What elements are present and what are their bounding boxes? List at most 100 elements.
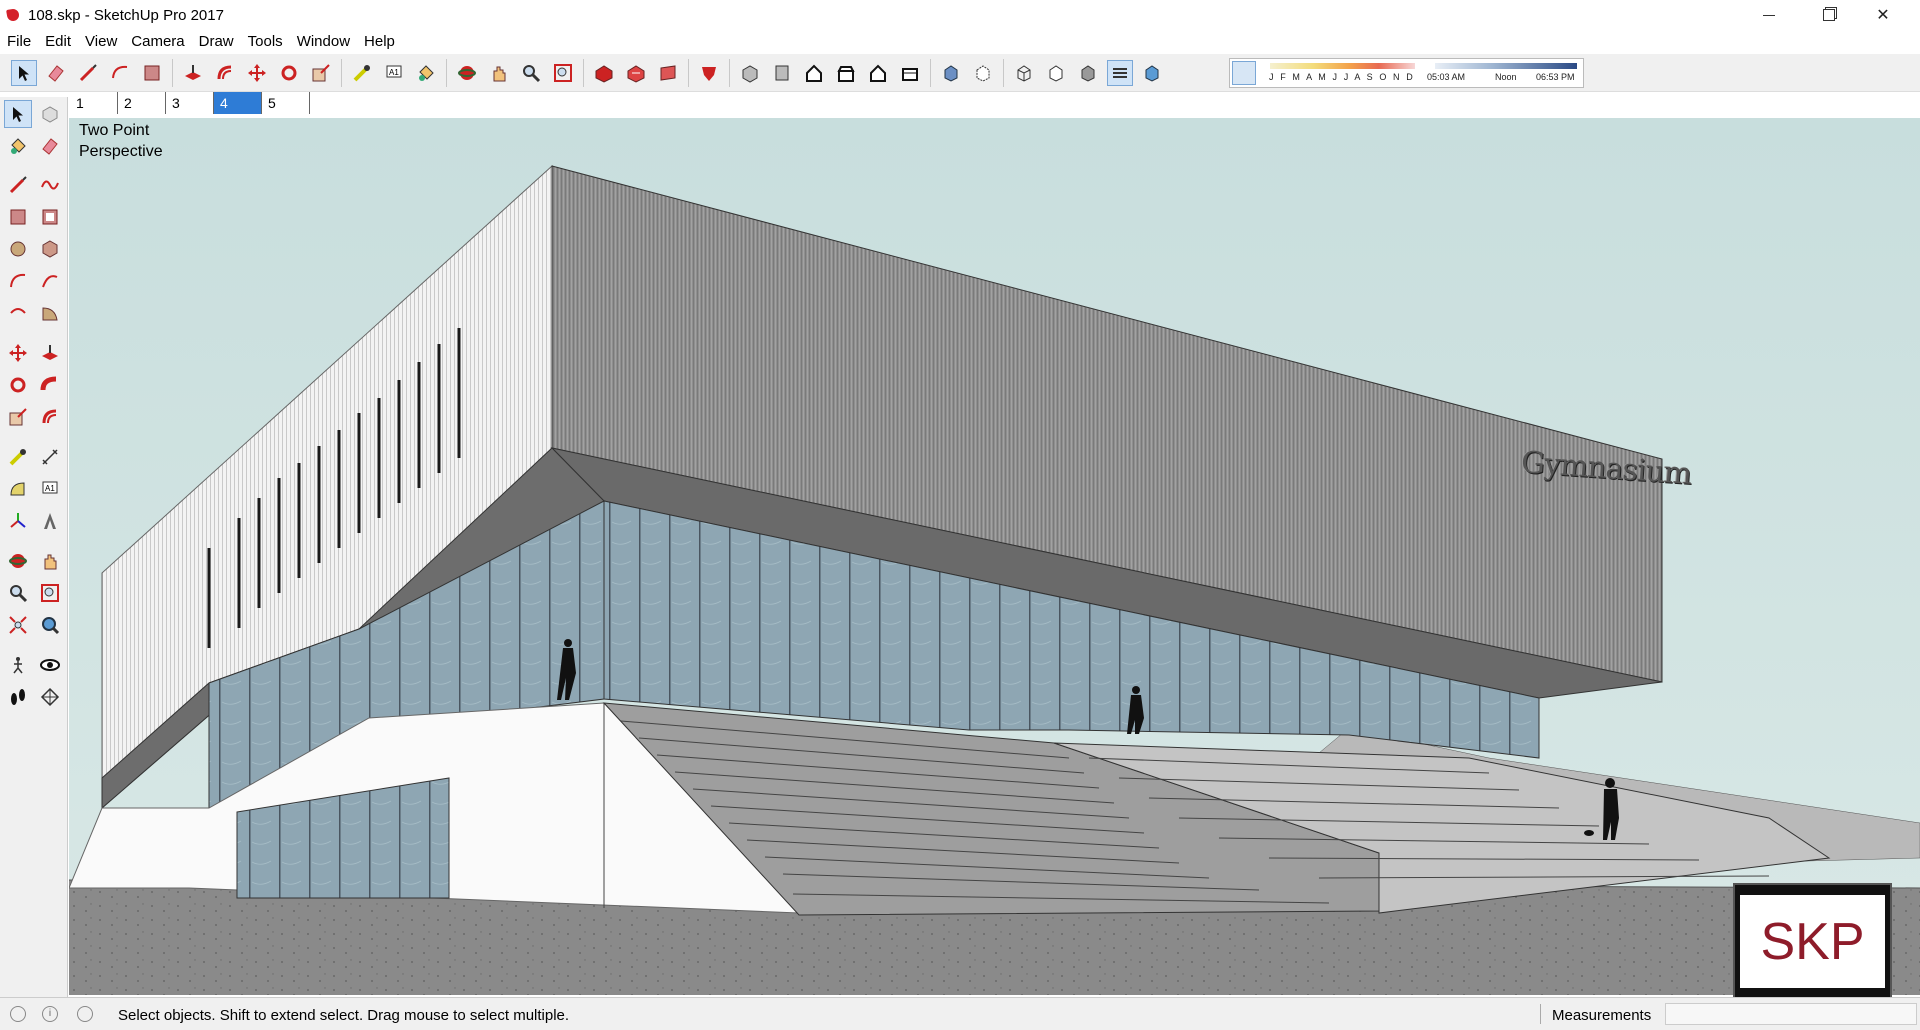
menu-camera[interactable]: Camera [124, 30, 191, 54]
tape-measure-tool-icon[interactable] [349, 60, 375, 86]
offset-icon[interactable] [36, 403, 64, 431]
text-tool-icon[interactable]: A1 [381, 60, 407, 86]
status-divider [1540, 1004, 1541, 1024]
xray-icon[interactable] [938, 60, 964, 86]
shaded-with-textures-icon[interactable] [1107, 59, 1133, 86]
shadow-toggle-icon[interactable] [1232, 61, 1256, 85]
right-view-icon[interactable] [833, 60, 859, 86]
push-pull-tool-icon[interactable] [180, 60, 206, 86]
position-camera-icon[interactable] [4, 651, 32, 679]
3d-text-icon[interactable] [36, 507, 64, 535]
three-point-arc-icon[interactable] [4, 299, 32, 327]
arc-tool-icon[interactable] [107, 60, 133, 86]
layout-icon[interactable] [655, 60, 681, 86]
move-icon[interactable] [4, 339, 32, 367]
pie-icon[interactable] [36, 299, 64, 327]
shapes-tool-icon[interactable] [139, 60, 165, 86]
previous-view-icon[interactable] [36, 611, 64, 639]
line-icon[interactable] [4, 171, 32, 199]
walk-icon[interactable] [4, 683, 32, 711]
scene-tab-5[interactable]: 5 [262, 92, 310, 114]
front-view-icon[interactable] [801, 60, 827, 86]
section-plane-icon[interactable] [36, 683, 64, 711]
back-view-icon[interactable] [865, 60, 891, 86]
circle-icon[interactable] [4, 235, 32, 263]
geo-location-icon[interactable] [10, 1006, 26, 1022]
menu-tools[interactable]: Tools [241, 30, 290, 54]
status-bar: i Select objects. Shift to extend select… [0, 997, 1920, 1030]
scene-tab-4[interactable]: 4 [214, 92, 262, 114]
pan-tool-icon[interactable] [486, 60, 512, 86]
rotated-rectangle-icon[interactable] [36, 203, 64, 231]
protractor-icon[interactable] [4, 475, 32, 503]
3d-warehouse-icon[interactable] [591, 60, 617, 86]
arc-icon[interactable] [4, 267, 32, 295]
move-tool-icon[interactable] [244, 60, 270, 86]
zoom-tool-icon[interactable] [518, 60, 544, 86]
info-icon[interactable]: i [42, 1006, 58, 1022]
eraser-icon[interactable] [36, 132, 64, 160]
menu-help[interactable]: Help [357, 30, 402, 54]
orbit-tool-icon[interactable] [454, 60, 480, 86]
window-title: 108.skp - SketchUp Pro 2017 [28, 6, 224, 24]
text-icon[interactable]: A1 [36, 475, 64, 503]
tape-measure-icon[interactable] [4, 443, 32, 471]
orbit-icon[interactable] [4, 547, 32, 575]
rotate-tool-icon[interactable] [276, 60, 302, 86]
extension-warehouse-icon[interactable] [623, 60, 649, 86]
maximize-icon[interactable] [1806, 0, 1852, 30]
dimension-icon[interactable] [36, 443, 64, 471]
rotate-icon[interactable] [4, 371, 32, 399]
offset-tool-icon[interactable] [212, 60, 238, 86]
select-icon[interactable] [4, 100, 32, 128]
look-around-icon[interactable] [36, 651, 64, 679]
time-slider[interactable] [1435, 63, 1577, 69]
select-tool-icon[interactable] [11, 59, 37, 86]
close-icon[interactable]: ✕ [1860, 0, 1906, 30]
follow-me-icon[interactable] [36, 371, 64, 399]
line-tool-icon[interactable] [75, 60, 101, 86]
menu-file[interactable]: File [0, 30, 38, 54]
scene-tab-1[interactable]: 1 [70, 92, 118, 114]
scale-icon[interactable] [4, 403, 32, 431]
scale-tool-icon[interactable] [308, 60, 334, 86]
zoom-icon[interactable] [4, 579, 32, 607]
model-viewport[interactable]: Two Point Perspective Gymnasium [69, 118, 1920, 995]
zoom-extents-tool-icon[interactable] [550, 60, 576, 86]
user-account-icon[interactable] [77, 1006, 93, 1022]
zoom-extents-icon[interactable] [4, 611, 32, 639]
top-view-icon[interactable] [769, 60, 795, 86]
paint-bucket-tool-icon[interactable] [413, 60, 439, 86]
skp-logo-text: SKP [1760, 912, 1865, 971]
measurements-label: Measurements [1552, 1007, 1652, 1024]
month-slider[interactable] [1270, 63, 1415, 69]
back-edges-icon[interactable] [970, 60, 996, 86]
zoom-window-icon[interactable] [36, 579, 64, 607]
eraser-tool-icon[interactable] [43, 60, 69, 86]
iso-view-icon[interactable] [737, 60, 763, 86]
hidden-line-icon[interactable] [1043, 60, 1069, 86]
scene-tab-3[interactable]: 3 [166, 92, 214, 114]
push-pull-icon[interactable] [36, 339, 64, 367]
menu-draw[interactable]: Draw [192, 30, 241, 54]
paint-bucket-icon[interactable] [4, 132, 32, 160]
left-view-icon[interactable] [897, 60, 923, 86]
minimize-icon[interactable] [1746, 0, 1792, 30]
polygon-icon[interactable] [36, 235, 64, 263]
make-component-icon[interactable] [36, 100, 64, 128]
pan-icon[interactable] [36, 547, 64, 575]
measurements-input[interactable] [1665, 1003, 1917, 1025]
monochrome-icon[interactable] [1139, 60, 1165, 86]
menu-edit[interactable]: Edit [38, 30, 78, 54]
time-end-label: 06:53 PM [1536, 72, 1575, 82]
axes-icon[interactable] [4, 507, 32, 535]
shaded-icon[interactable] [1075, 60, 1101, 86]
two-point-arc-icon[interactable] [36, 267, 64, 295]
menu-window[interactable]: Window [290, 30, 357, 54]
wireframe-icon[interactable] [1011, 60, 1037, 86]
rectangle-icon[interactable] [4, 203, 32, 231]
freehand-icon[interactable] [36, 171, 64, 199]
menu-view[interactable]: View [78, 30, 124, 54]
scene-tab-2[interactable]: 2 [118, 92, 166, 114]
extension-manager-icon[interactable] [696, 60, 722, 86]
